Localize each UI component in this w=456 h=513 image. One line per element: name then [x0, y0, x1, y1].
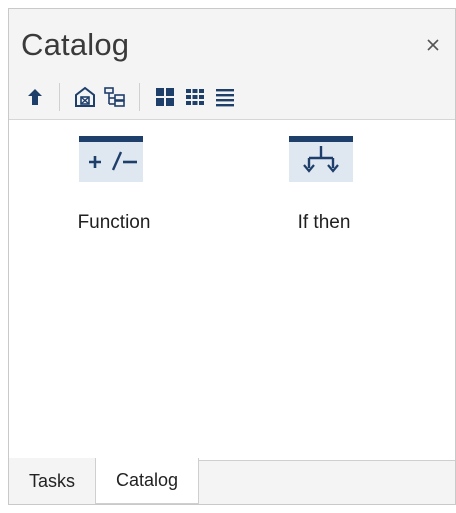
home-button[interactable]: [71, 83, 99, 111]
large-icons-view-icon: [156, 88, 174, 106]
list-view-icon: [216, 89, 234, 107]
catalog-pane: Catalog Function If then Tasks Catalog: [8, 8, 456, 505]
up-button[interactable]: [21, 83, 49, 111]
toolbar-separator: [59, 83, 60, 111]
home-icon: [75, 86, 95, 107]
pane-header: Catalog: [9, 9, 455, 69]
toolbar-separator: [139, 83, 140, 111]
close-icon: [427, 39, 439, 51]
tree-view-button[interactable]: [101, 83, 129, 111]
catalog-item-if-then[interactable]: If then: [269, 130, 389, 250]
small-icons-view-icon: [186, 89, 204, 105]
catalog-item-function[interactable]: Function: [59, 130, 179, 250]
catalog-item-label: If then: [297, 212, 351, 233]
catalog-toolbar: [21, 79, 441, 113]
function-plus-minus-icon: [79, 136, 143, 182]
up-arrow-icon: [28, 89, 42, 105]
pane-title: Catalog: [21, 27, 130, 62]
tab-tasks[interactable]: Tasks: [9, 458, 95, 504]
catalog-items-area: Function If then: [9, 119, 455, 461]
catalog-item-label: Function: [77, 212, 151, 233]
pane-tab-strip: Tasks Catalog: [9, 458, 455, 504]
list-view-button[interactable]: [211, 83, 239, 111]
tab-catalog[interactable]: Catalog: [95, 458, 199, 504]
large-icons-view-button[interactable]: [151, 83, 179, 111]
small-icons-view-button[interactable]: [181, 83, 209, 111]
close-button[interactable]: [423, 35, 443, 55]
tree-view-icon: [104, 87, 125, 107]
if-then-branch-icon: [289, 136, 353, 182]
